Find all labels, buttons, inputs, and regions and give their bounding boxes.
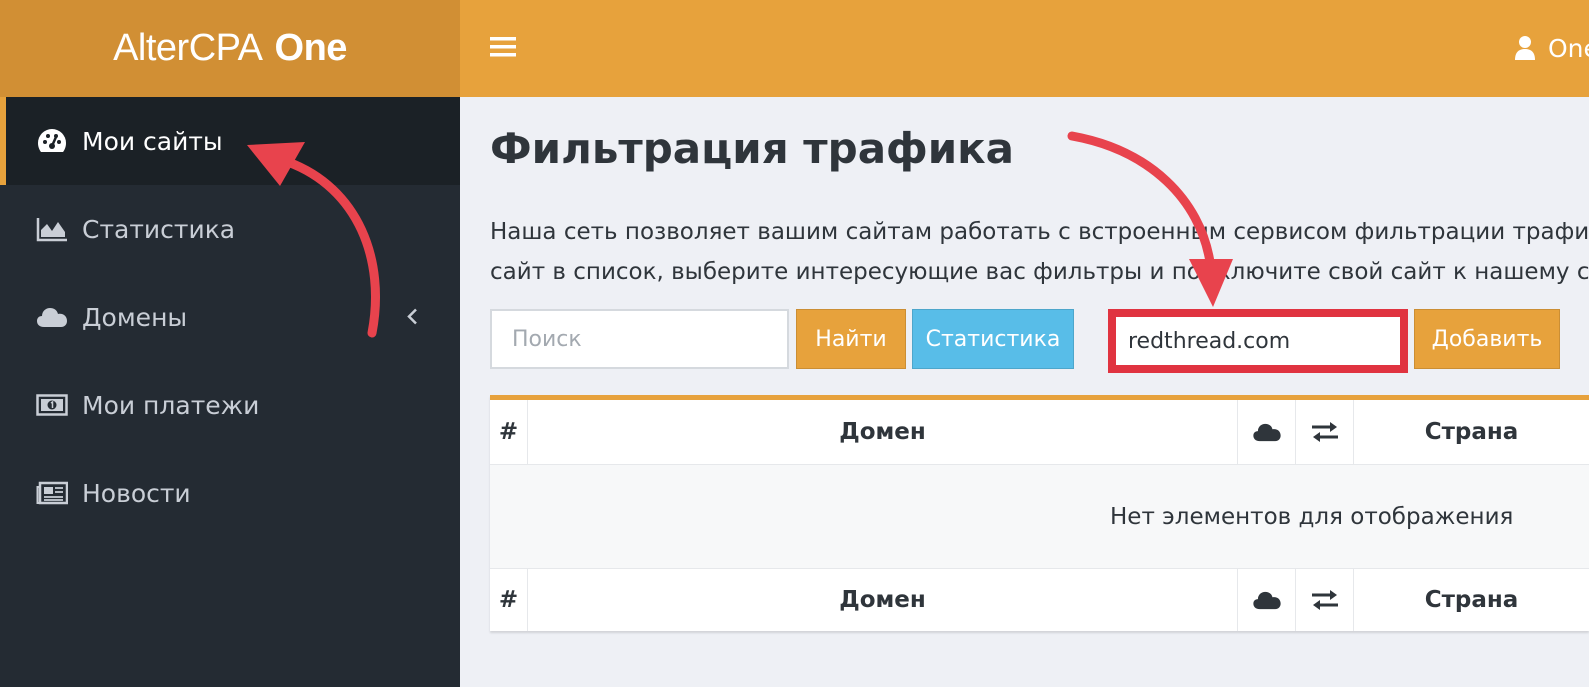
sidebar-item-my-sites[interactable]: Мои сайты	[0, 97, 460, 185]
column-header-number[interactable]: #	[490, 400, 528, 464]
sidebar-item-label: Статистика	[82, 214, 236, 244]
column-footer-number: #	[490, 569, 528, 631]
column-header-domain[interactable]: Домен	[528, 400, 1238, 464]
domains-table: # Домен Страна Нет элементов для отображ…	[490, 395, 1589, 631]
description-line: Наша сеть позволяет вашим сайтам работат…	[490, 219, 1589, 245]
app-window: AlterCPA One Мои сайты Статистика Домены…	[0, 0, 1589, 687]
user-name: One	[1548, 33, 1589, 63]
cloud-icon	[1252, 591, 1281, 610]
chevron-left-icon[interactable]	[406, 303, 418, 332]
sidebar-item-label: Домены	[82, 302, 188, 332]
domain-input[interactable]	[1116, 317, 1400, 365]
column-footer-country: Страна	[1424, 587, 1519, 613]
table-header: # Домен Страна	[490, 400, 1589, 464]
column-footer-cloud	[1238, 569, 1296, 631]
sidebar-item-news[interactable]: Новости	[0, 449, 460, 537]
sidebar-item-domains[interactable]: Домены	[0, 273, 460, 361]
column-footer-domain: Домен	[528, 569, 1238, 631]
statistics-button[interactable]: Статистика	[912, 309, 1074, 369]
find-button[interactable]: Найти	[796, 309, 906, 369]
sidebar-item-statistics[interactable]: Статистика	[0, 185, 460, 273]
domain-input-highlight	[1108, 309, 1408, 373]
money-icon	[36, 389, 68, 421]
column-footer-exchange	[1296, 569, 1354, 631]
top-bar: One	[460, 0, 1589, 97]
page-title: Фильтрация трафика	[490, 124, 1014, 173]
user-menu[interactable]: One	[1514, 30, 1589, 66]
exchange-icon	[1311, 422, 1338, 442]
logo-text-bold: One	[274, 27, 348, 69]
newspaper-icon	[36, 477, 68, 509]
sidebar-item-label: Мои сайты	[82, 126, 223, 156]
column-header-country[interactable]: Страна	[1354, 400, 1589, 464]
description-line: сайт в список, выберите интересующие вас…	[490, 259, 1589, 285]
sidebar-item-payments[interactable]: Мои платежи	[0, 361, 460, 449]
sidebar-item-label: Новости	[82, 478, 191, 508]
sidebar: AlterCPA One Мои сайты Статистика Домены…	[0, 0, 460, 687]
sidebar-item-label: Мои платежи	[82, 390, 260, 420]
dashboard-icon	[36, 125, 68, 157]
cloud-icon	[1252, 423, 1281, 442]
exchange-icon	[1311, 590, 1338, 610]
hamburger-icon[interactable]	[490, 36, 516, 58]
column-header-exchange[interactable]	[1296, 400, 1354, 464]
table-footer: # Домен Страна	[490, 568, 1589, 631]
column-header-cloud[interactable]	[1238, 400, 1296, 464]
cloud-icon	[36, 301, 68, 333]
sidebar-menu: Мои сайты Статистика Домены Мои платежи …	[0, 97, 460, 537]
area-chart-icon	[36, 213, 68, 245]
page-description: Наша сеть позволяет вашим сайтам работат…	[490, 212, 1589, 288]
user-icon	[1515, 36, 1535, 60]
add-domain-button[interactable]: Добавить	[1414, 309, 1560, 369]
table-empty-row: Нет элементов для отображения	[490, 464, 1589, 568]
search-input[interactable]	[490, 309, 789, 369]
empty-message: Нет элементов для отображения	[1110, 504, 1514, 530]
logo-text: AlterCPA	[113, 27, 263, 69]
logo[interactable]: AlterCPA One	[0, 0, 460, 97]
